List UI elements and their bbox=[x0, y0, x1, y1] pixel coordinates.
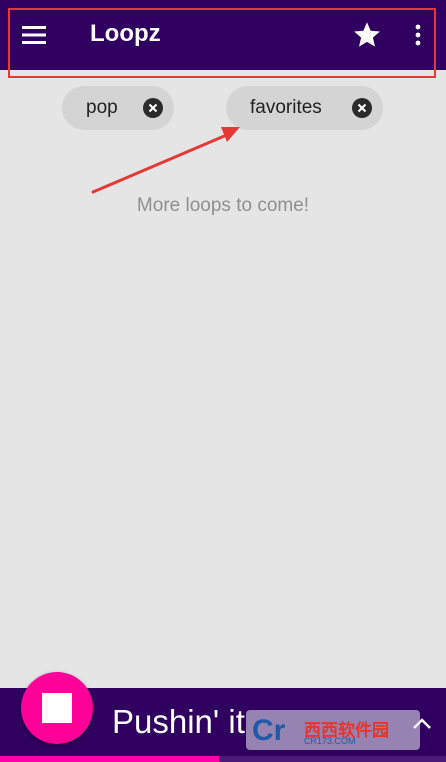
more-vert-icon bbox=[415, 24, 421, 46]
menu-icon bbox=[22, 26, 46, 44]
stop-button[interactable] bbox=[21, 672, 93, 744]
close-circle-icon[interactable] bbox=[143, 98, 163, 118]
watermark-overlay: Cr 西西软件园 CR173.COM bbox=[246, 710, 420, 750]
filter-chip-favorites[interactable]: favorites bbox=[226, 86, 383, 130]
favorites-button[interactable] bbox=[350, 18, 384, 52]
overflow-menu-button[interactable] bbox=[406, 18, 430, 52]
empty-state-message: More loops to come! bbox=[136, 195, 310, 216]
star-icon bbox=[354, 22, 380, 47]
chip-label: favorites bbox=[250, 97, 322, 118]
app-title: Loopz bbox=[90, 20, 161, 47]
close-circle-icon[interactable] bbox=[352, 98, 372, 118]
watermark-logo: Cr bbox=[252, 714, 286, 747]
filter-chip-pop[interactable]: pop bbox=[62, 86, 174, 130]
now-playing-title[interactable]: Pushin' it bbox=[112, 703, 245, 741]
playback-progress-fill bbox=[0, 756, 219, 762]
playback-progress[interactable] bbox=[0, 756, 446, 762]
menu-button[interactable] bbox=[16, 18, 52, 52]
chip-label: pop bbox=[86, 97, 118, 118]
stop-icon bbox=[42, 693, 72, 723]
watermark-domain: CR173.COM bbox=[304, 736, 356, 746]
app-bar: Loopz bbox=[0, 0, 446, 70]
